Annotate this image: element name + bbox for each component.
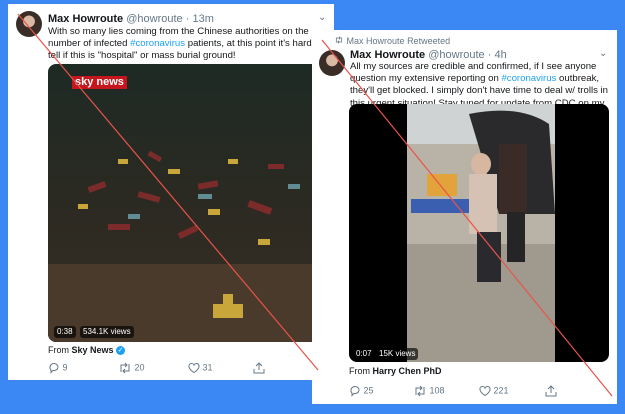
video-attribution: From Harry Chen PhD xyxy=(349,366,442,376)
video-frame xyxy=(349,104,609,362)
avatar[interactable] xyxy=(16,11,42,37)
retweet-icon xyxy=(415,385,425,397)
share-icon xyxy=(253,362,265,374)
video-player[interactable]: sky news 0:38 534.1K views xyxy=(48,64,320,342)
retweet-icon xyxy=(335,36,343,44)
tweet-actions: 25 108 221 xyxy=(349,385,609,401)
reply-icon xyxy=(49,363,59,374)
like-button[interactable]: 31 xyxy=(188,362,213,374)
author-name[interactable]: Max Howroute xyxy=(48,13,123,25)
tweet-header: Max Howroute @howroute · 13m xyxy=(48,13,214,25)
tweet-actions: 9 20 31 xyxy=(48,362,328,378)
separator: · xyxy=(185,13,190,25)
tweet-text: With so many lies coming from the Chines… xyxy=(48,26,323,62)
tweet-time[interactable]: 13m xyxy=(192,13,213,25)
verified-icon: ✓ xyxy=(116,346,126,356)
chevron-down-icon[interactable]: ⌄ xyxy=(599,48,607,59)
author-handle[interactable]: @howroute xyxy=(126,13,182,25)
hashtag-link[interactable]: #coronavirus xyxy=(130,38,185,49)
like-icon xyxy=(479,385,491,397)
video-player[interactable]: 0:07 15K views xyxy=(349,104,609,362)
video-duration: 0:38 xyxy=(54,326,76,338)
tweet-time[interactable]: 4h xyxy=(494,49,506,61)
reply-button[interactable]: 9 xyxy=(48,362,68,374)
separator: · xyxy=(487,49,492,61)
retweet-icon xyxy=(120,362,130,374)
share-button[interactable] xyxy=(545,385,557,397)
video-frame xyxy=(48,64,320,342)
hashtag-link[interactable]: #coronavirus xyxy=(501,73,556,84)
tweet-header: Max Howroute @howroute · 4h xyxy=(350,49,507,61)
retweet-button[interactable]: 20 xyxy=(118,362,145,374)
avatar[interactable] xyxy=(319,50,345,76)
chevron-down-icon[interactable]: ⌄ xyxy=(318,12,326,23)
author-name[interactable]: Max Howroute xyxy=(350,49,425,61)
author-handle[interactable]: @howroute xyxy=(428,49,484,61)
reply-icon xyxy=(350,386,360,397)
reply-button[interactable]: 25 xyxy=(349,385,374,397)
video-views: 534.1K views xyxy=(80,326,134,338)
share-button[interactable] xyxy=(253,362,265,374)
like-button[interactable]: 221 xyxy=(479,385,509,397)
retweet-button[interactable]: 108 xyxy=(413,385,445,397)
video-attribution: From Sky News ✓ xyxy=(48,345,126,356)
tweet-card-1[interactable]: Max Howroute @howroute · 13m ⌄ With so m… xyxy=(8,4,334,380)
like-icon xyxy=(188,362,200,374)
video-duration: 0:07 xyxy=(353,348,375,360)
source-link[interactable]: Harry Chen PhD xyxy=(373,366,442,376)
video-views: 15K views xyxy=(376,348,419,360)
tweet-card-2[interactable]: Max Howroute Retweeted Max Howroute @how… xyxy=(312,30,617,404)
news-logo: sky news xyxy=(72,76,127,89)
source-link[interactable]: Sky News xyxy=(72,345,114,355)
share-icon xyxy=(545,385,557,397)
retweet-indicator: Max Howroute Retweeted xyxy=(334,36,450,46)
